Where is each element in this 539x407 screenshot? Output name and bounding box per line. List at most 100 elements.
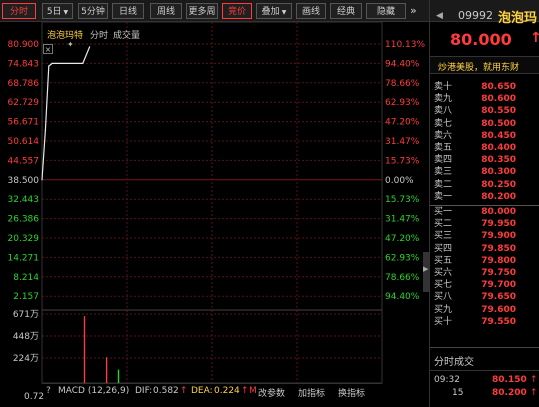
macd-name[interactable]: MACD (12,26,9) bbox=[58, 386, 129, 396]
pct-tick-label: 0.00% bbox=[385, 176, 414, 186]
price-point bbox=[51, 62, 53, 64]
ask-row[interactable]: 卖六 80.450 bbox=[430, 131, 539, 142]
switch-indicator-button[interactable]: 换指标 bbox=[338, 386, 365, 399]
order-level-price: 79.750 bbox=[481, 268, 516, 278]
collapse-arrow-icon: ▶ bbox=[423, 265, 429, 273]
ticks-panel: 分时成交 09:32 80.150 ↑ 15 80.200 ↑ bbox=[430, 347, 539, 407]
bid-row[interactable]: 买三 79.900 bbox=[430, 231, 539, 242]
order-level-label: 卖十 bbox=[434, 82, 453, 92]
tick-row[interactable]: 15 80.200 ↑ bbox=[430, 387, 539, 399]
toolbar-item-label: 5日 bbox=[46, 7, 62, 17]
ask-row[interactable]: 卖五 80.400 bbox=[430, 143, 539, 154]
toolbar-item-label: 日线 bbox=[118, 7, 137, 17]
close-icon[interactable]: × bbox=[43, 44, 53, 54]
back-icon[interactable]: ◀ bbox=[436, 11, 443, 21]
order-level-label: 买一 bbox=[434, 207, 453, 217]
pin-icon[interactable]: ✦ bbox=[67, 40, 74, 49]
ask-row[interactable]: 卖十 80.650 bbox=[430, 82, 539, 93]
order-level-price: 79.850 bbox=[481, 243, 516, 254]
order-level-label: 卖八 bbox=[434, 106, 453, 117]
m-label: M bbox=[249, 386, 257, 396]
y-tick-label: 14.271 bbox=[8, 253, 40, 263]
price-line bbox=[41, 46, 91, 180]
order-level-label: 卖五 bbox=[434, 143, 453, 153]
bid-row[interactable]: 买七 79.700 bbox=[430, 280, 539, 291]
bid-row[interactable]: 买五 79.800 bbox=[430, 256, 539, 267]
toolbar-item-label: 画线 bbox=[301, 7, 320, 17]
chart-title: 泡泡玛特 bbox=[47, 31, 84, 41]
tab-volume[interactable]: 成交量 bbox=[113, 28, 140, 41]
current-price: 80.000 bbox=[450, 30, 512, 49]
dea-label: DEA: bbox=[191, 386, 213, 396]
price-point bbox=[89, 46, 91, 48]
toolbar-item-2[interactable]: 5分钟 bbox=[78, 3, 108, 19]
pct-tick-label: 110.13% bbox=[385, 40, 425, 50]
dif-label: DIF: bbox=[135, 386, 153, 396]
dif-up-icon: ↑ bbox=[180, 386, 188, 396]
pct-tick-label: 47.20% bbox=[385, 118, 420, 128]
bid-row[interactable]: 买九 79.600 bbox=[430, 305, 539, 316]
add-indicator-button[interactable]: 加指标 bbox=[298, 386, 325, 399]
change-params-button[interactable]: 改参数 bbox=[258, 386, 285, 399]
bid-row[interactable]: 买六 79.750 bbox=[430, 268, 539, 279]
intraday-chart[interactable]: 80.900 110.13% 74.843 94.40% 68.786 78.66% 62.… bbox=[0, 22, 429, 407]
tick-up-icon: ↑ bbox=[530, 375, 538, 385]
order-level-label: 买六 bbox=[434, 268, 453, 278]
bid-row[interactable]: 买一 80.000 bbox=[430, 207, 539, 218]
tick-time: 09:32 bbox=[434, 375, 460, 385]
help-icon[interactable]: ? bbox=[46, 386, 51, 396]
caret-down-icon: ▼ bbox=[281, 9, 287, 16]
toolbar-item-10[interactable]: 隐藏 bbox=[366, 3, 406, 19]
ask-row[interactable]: 卖七 80.500 bbox=[430, 119, 539, 130]
tick-row[interactable]: 09:32 80.150 ↑ bbox=[430, 374, 539, 386]
tab-intraday[interactable]: 分时 bbox=[90, 28, 108, 41]
ask-row[interactable]: 卖一 80.200 bbox=[430, 192, 539, 203]
y-tick-label: 20.329 bbox=[8, 234, 40, 244]
toolbar-item-8[interactable]: 画线 bbox=[296, 3, 326, 19]
y-tick-label: 38.500 bbox=[8, 176, 40, 186]
bid-row[interactable]: 买十 79.550 bbox=[430, 317, 539, 328]
toolbar-more-icon[interactable]: » bbox=[410, 4, 417, 17]
ask-row[interactable]: 卖九 80.600 bbox=[430, 94, 539, 105]
y-tick-label: 32.443 bbox=[8, 195, 40, 205]
ticks-panel-title: 分时成交 bbox=[434, 357, 474, 368]
toolbar-item-3[interactable]: 日线 bbox=[112, 3, 144, 19]
order-level-price: 79.650 bbox=[481, 292, 516, 303]
ask-row[interactable]: 卖三 80.300 bbox=[430, 167, 539, 178]
pct-tick-label: 94.40% bbox=[385, 59, 420, 69]
toolbar-item-7[interactable]: 叠加 ▼ bbox=[256, 3, 292, 19]
order-level-label: 买八 bbox=[434, 292, 453, 303]
dif-value: 0.582 bbox=[153, 386, 179, 396]
bid-row[interactable]: 买四 79.850 bbox=[430, 244, 539, 255]
toolbar-item-6[interactable]: 竞价 bbox=[222, 3, 252, 19]
order-level-label: 卖七 bbox=[434, 118, 453, 129]
toolbar-item-9[interactable]: 经典 bbox=[330, 3, 362, 19]
bid-row[interactable]: 买八 79.650 bbox=[430, 292, 539, 303]
order-level-label: 买四 bbox=[434, 243, 453, 254]
ticks-divider bbox=[430, 370, 539, 371]
tick-price: 80.150 bbox=[492, 375, 527, 385]
pct-tick-label: 31.47% bbox=[385, 137, 420, 147]
pct-tick-label: 62.93% bbox=[385, 253, 420, 263]
toolbar-item-0[interactable]: 分时 bbox=[2, 3, 36, 19]
toolbar-item-label: 经典 bbox=[336, 7, 355, 17]
toolbar-item-1[interactable]: 5日 ▼ bbox=[42, 3, 73, 19]
stock-code: 09992 bbox=[458, 9, 493, 22]
order-book: 卖十 80.650 卖九 80.600 卖八 80.550 卖七 80.500 卖六 80.450… bbox=[429, 64, 539, 407]
toolbar-item-label: 分时 bbox=[9, 7, 28, 17]
ask-row[interactable]: 卖八 80.550 bbox=[430, 106, 539, 117]
ask-row[interactable]: 卖四 80.350 bbox=[430, 155, 539, 166]
order-level-price: 80.500 bbox=[481, 118, 516, 129]
pct-tick-label: 15.73% bbox=[385, 195, 420, 205]
tick-price: 80.200 bbox=[492, 388, 527, 398]
pct-tick-label: 94.40% bbox=[385, 292, 420, 302]
toolbar-item-label: 隐藏 bbox=[376, 7, 395, 17]
toolbar-item-4[interactable]: 周线 bbox=[150, 3, 182, 19]
toolbar-item-5[interactable]: 更多周 bbox=[186, 3, 218, 19]
order-level-price: 79.800 bbox=[481, 255, 516, 266]
tick-up-icon: ↑ bbox=[530, 388, 538, 398]
order-level-price: 80.350 bbox=[481, 155, 516, 166]
ask-row[interactable]: 卖二 80.250 bbox=[430, 180, 539, 191]
pct-tick-label: 62.93% bbox=[385, 98, 420, 108]
bid-row[interactable]: 买二 79.950 bbox=[430, 219, 539, 230]
